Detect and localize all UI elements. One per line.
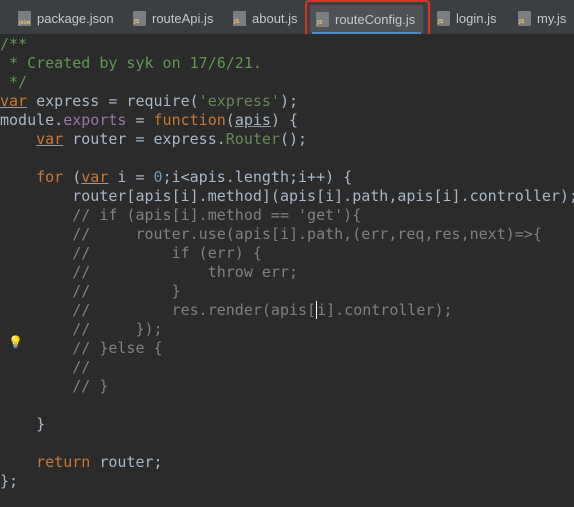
tab-label: about.js [252, 10, 298, 26]
js-file-icon [233, 10, 246, 26]
keyword: for [36, 168, 64, 186]
code-text: express = require( [27, 92, 199, 110]
code-line: // if (apis[i].method == 'get'){ [0, 206, 362, 224]
string-literal: 'express' [198, 92, 280, 110]
tab-label: routeConfig.js [335, 11, 416, 27]
code-text: router; [90, 453, 163, 471]
code-text: ); [279, 92, 299, 110]
tab-routeapi-js[interactable]: routeApi.js [133, 7, 213, 29]
code-line: var express = require('express'); [0, 92, 574, 111]
code-line: var router = express.Router(); [0, 130, 574, 149]
code-text: ( [225, 111, 235, 129]
code-line: // } [0, 377, 109, 395]
code-line: module.exports = function(apis) { [0, 111, 574, 130]
code-editor[interactable]: /** * Created by syk on 17/6/21. */ var … [0, 35, 574, 507]
code-text: ].controller); [326, 301, 453, 319]
code-line: // [0, 358, 91, 376]
code-text: // res.render(apis[ [0, 301, 317, 319]
code-text: (); [279, 130, 308, 148]
tab-package-json[interactable]: package.json [18, 7, 114, 29]
tab-my-js[interactable]: my.js [518, 7, 566, 29]
code-text: ( [63, 168, 82, 186]
keyword: function [153, 111, 226, 129]
code-line: // throw err; [0, 263, 299, 281]
js-file-icon [437, 10, 450, 26]
code-text: module. [0, 111, 64, 129]
code-text: i = [108, 168, 154, 186]
keyword: var [0, 92, 28, 110]
code-text: router = express. [63, 130, 226, 148]
keyword: return [36, 453, 91, 471]
code-text: ;i<apis.length;i++) { [162, 168, 353, 186]
tab-routeconfig-js[interactable]: routeConfig.js [310, 5, 424, 34]
tab-label: my.js [537, 10, 567, 26]
code-text: = [126, 111, 154, 129]
number-literal: 0 [153, 168, 163, 186]
property: exports [63, 111, 127, 129]
code-line: }; [0, 472, 19, 490]
code-line: // } [0, 282, 181, 300]
text-caret: i [316, 301, 327, 319]
code-line: // res.render(apis[i].controller); [0, 301, 574, 320]
code-line: return router; [0, 453, 574, 472]
tab-label: login.js [456, 10, 497, 26]
code-line: // }); [0, 320, 163, 338]
code-line: } [0, 415, 46, 433]
code-line: // if (err) { [0, 244, 262, 262]
parameter: apis [234, 111, 271, 129]
editor-tab-bar: package.json routeApi.js about.js routeC… [0, 0, 574, 35]
tab-about-js[interactable]: about.js [233, 7, 298, 29]
tab-label: package.json [37, 10, 114, 26]
code-line: router[apis[i].method](apis[i].path,apis… [0, 187, 574, 205]
js-file-icon [133, 10, 146, 26]
lightbulb-icon[interactable]: 💡 [8, 335, 23, 349]
code-line: * Created by syk on 17/6/21. [0, 54, 262, 72]
method-name: Router [225, 130, 280, 148]
tab-login-js[interactable]: login.js [437, 7, 496, 29]
keyword: var [81, 168, 109, 186]
code-content[interactable]: /** * Created by syk on 17/6/21. */ var … [0, 35, 574, 491]
code-line: for (var i = 0;i<apis.length;i++) { [0, 168, 574, 187]
code-text: ) { [270, 111, 299, 129]
code-line: /** [0, 35, 28, 53]
code-line: // }else { [0, 339, 163, 357]
js-file-icon [316, 11, 329, 27]
code-line: // router.use(apis[i].path,(err,req,res,… [0, 225, 542, 243]
keyword: var [36, 130, 64, 148]
js-file-icon [518, 10, 531, 26]
json-file-icon [18, 10, 31, 26]
code-line: */ [0, 73, 28, 91]
tab-label: routeApi.js [152, 10, 214, 26]
